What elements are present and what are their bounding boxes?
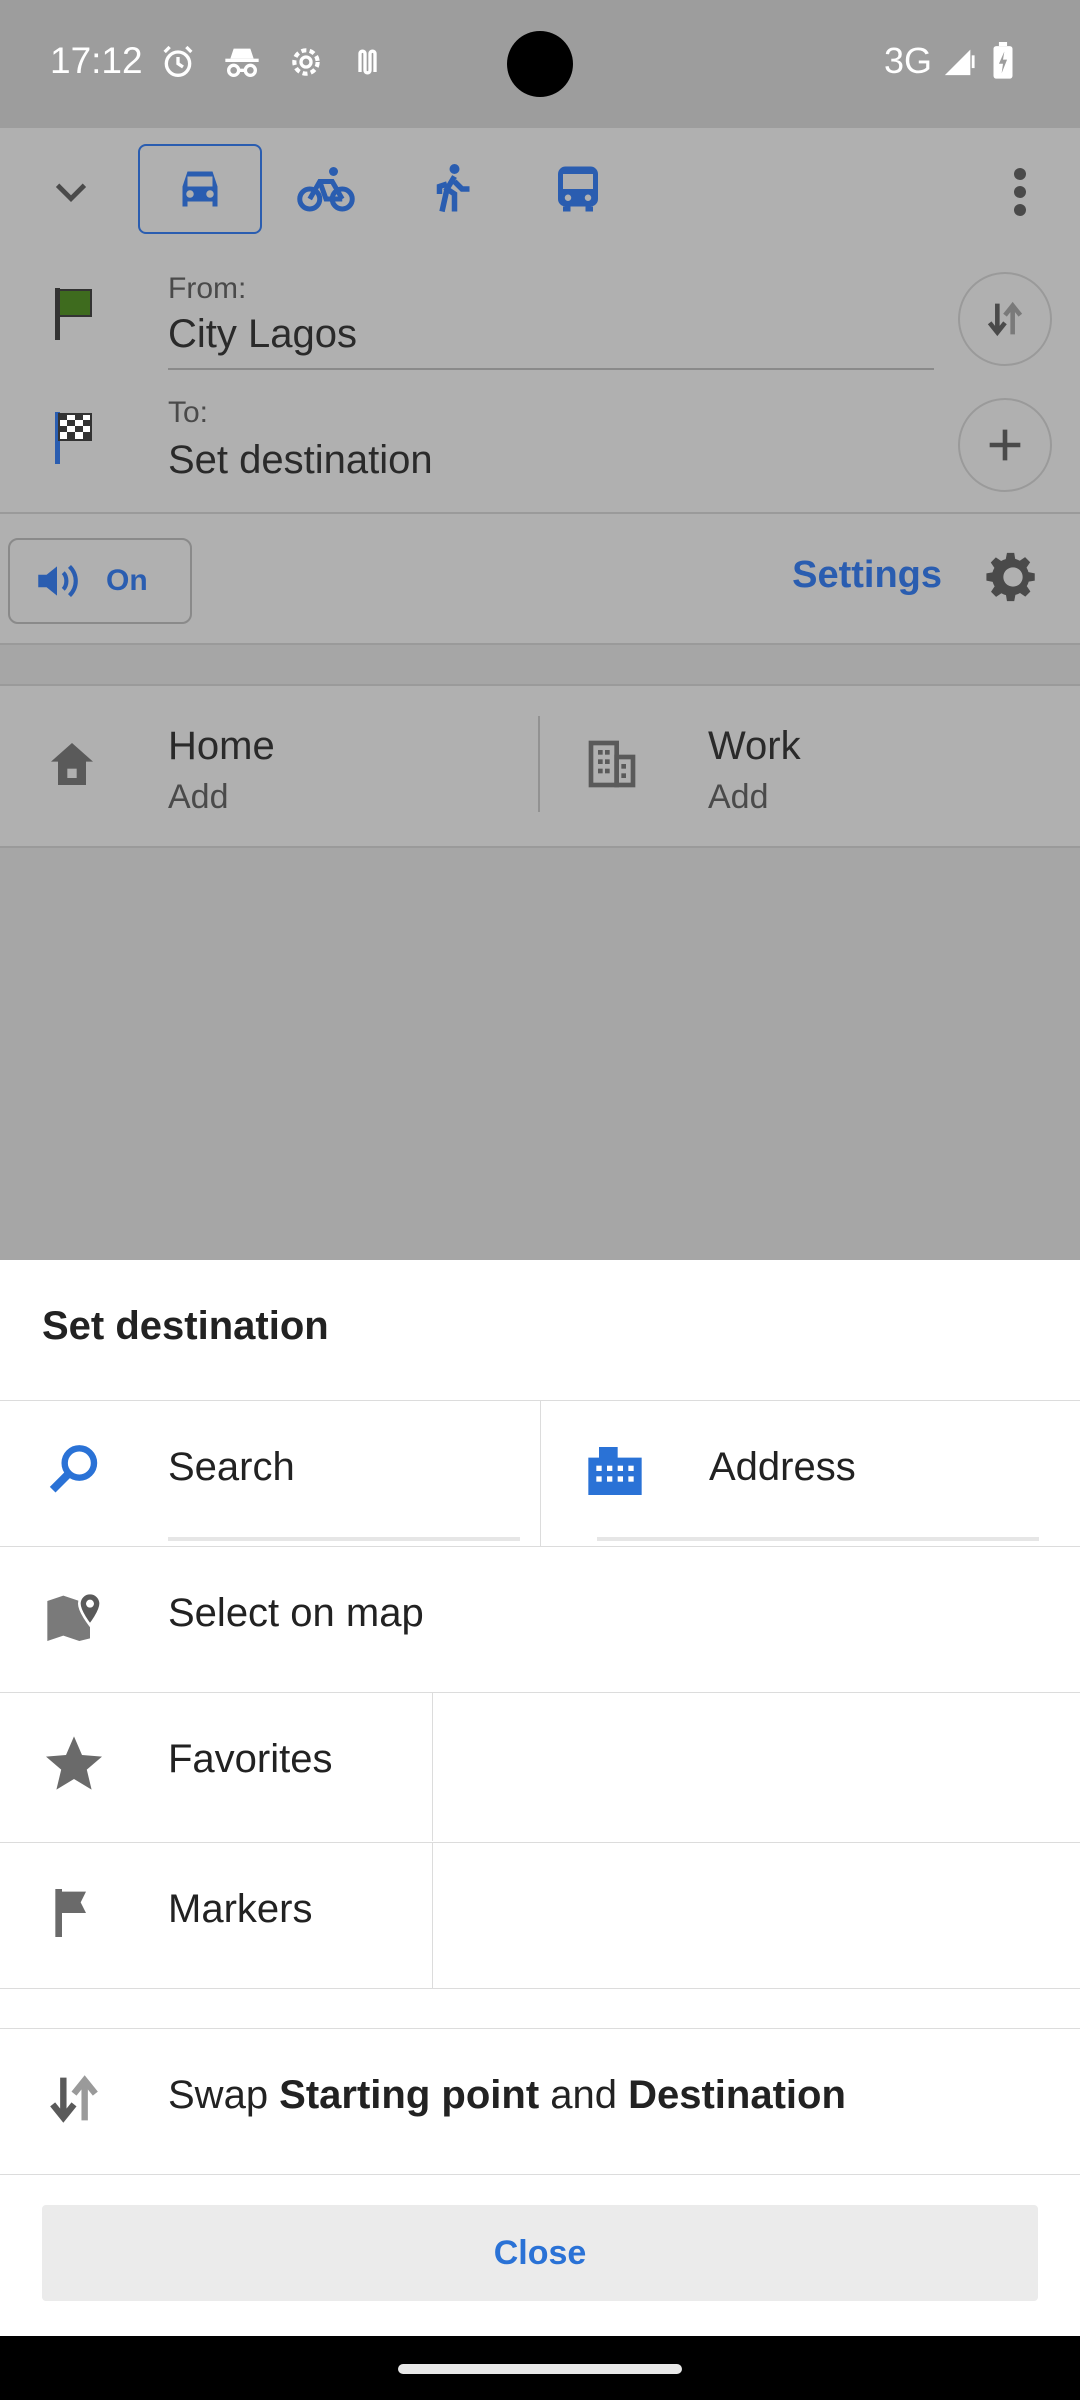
address-building-icon bbox=[588, 1447, 642, 1495]
work-item[interactable]: Work Add bbox=[540, 686, 1080, 846]
navigation-bar bbox=[0, 2336, 1080, 2400]
to-value[interactable]: Set destination bbox=[168, 438, 433, 483]
swap-vert-icon bbox=[987, 301, 1023, 337]
bus-icon bbox=[558, 166, 598, 212]
favorites-empty-cell bbox=[432, 1693, 1080, 1841]
address-underline bbox=[597, 1537, 1039, 1541]
pedestrian-icon bbox=[436, 164, 470, 213]
set-destination-sheet: Set destination Search Address Select on… bbox=[0, 1260, 1080, 2336]
marker-flag-icon bbox=[55, 1889, 86, 1937]
voice-toggle-label: On bbox=[106, 564, 148, 597]
from-label: From: bbox=[168, 272, 247, 305]
home-subtitle: Add bbox=[168, 778, 229, 816]
to-field[interactable]: To: Set destination bbox=[0, 386, 1080, 506]
search-option[interactable]: Search bbox=[0, 1401, 540, 1547]
section-divider bbox=[0, 1988, 1080, 2029]
more-vert-icon[interactable] bbox=[1000, 164, 1040, 220]
incognito-icon bbox=[225, 48, 259, 78]
search-label: Search bbox=[168, 1445, 295, 1489]
swap-vert-icon bbox=[50, 2075, 98, 2123]
address-label: Address bbox=[709, 1445, 856, 1489]
home-gesture-handle[interactable] bbox=[398, 2364, 682, 2374]
from-field[interactable]: From: City Lagos bbox=[0, 258, 1080, 378]
status-icons bbox=[158, 42, 390, 82]
swap-destination: Destination bbox=[628, 2073, 846, 2117]
work-building-icon bbox=[588, 740, 636, 788]
map-pin-icon bbox=[47, 1591, 103, 1641]
swap-start: Starting point bbox=[279, 2073, 540, 2117]
close-button[interactable]: Close bbox=[488, 2233, 593, 2274]
battery-icon bbox=[993, 42, 1013, 79]
work-subtitle: Add bbox=[708, 778, 769, 816]
alarm-icon bbox=[163, 45, 193, 77]
settings-link[interactable]: Settings bbox=[792, 554, 942, 597]
swap-route-button[interactable] bbox=[958, 272, 1052, 366]
select-on-map-option[interactable]: Select on map bbox=[0, 1546, 1080, 1693]
add-waypoint-button[interactable] bbox=[958, 398, 1052, 492]
home-icon bbox=[51, 743, 93, 785]
markers-label: Markers bbox=[168, 1887, 313, 1931]
swap-prefix: Swap bbox=[168, 2073, 280, 2117]
signal-icon bbox=[944, 49, 975, 76]
home-title: Home bbox=[168, 724, 275, 768]
select-on-map-label: Select on map bbox=[168, 1591, 424, 1635]
status-bar: 17:12 3G bbox=[0, 0, 1080, 128]
address-option[interactable]: Address bbox=[540, 1401, 1080, 1547]
sheet-title: Set destination bbox=[42, 1304, 329, 1348]
finish-flag-icon bbox=[55, 412, 92, 464]
car-icon bbox=[182, 171, 218, 207]
search-icon bbox=[49, 1445, 98, 1493]
work-title: Work bbox=[708, 724, 801, 768]
screen: 17:12 3G From: City Lagos To: Set destin… bbox=[0, 0, 1080, 2400]
camera-cutout bbox=[507, 31, 573, 97]
settings-sync-icon bbox=[292, 48, 320, 76]
volume-up-icon bbox=[38, 564, 78, 598]
plus-icon bbox=[989, 429, 1021, 461]
favorites-label: Favorites bbox=[168, 1737, 333, 1781]
route-panel: From: City Lagos To: Set destination On … bbox=[0, 128, 1080, 645]
from-underline bbox=[168, 368, 934, 370]
start-flag-icon bbox=[55, 288, 92, 340]
close-button-container[interactable]: Close bbox=[42, 2205, 1038, 2301]
car-mode-button[interactable] bbox=[138, 144, 262, 234]
nfc-icon bbox=[358, 49, 377, 75]
transit-mode-button[interactable] bbox=[516, 144, 640, 234]
swap-label: Swap Starting point and Destination bbox=[168, 2073, 846, 2118]
search-underline bbox=[168, 1537, 520, 1541]
star-icon bbox=[46, 1736, 102, 1790]
sound-settings-row: On Settings bbox=[0, 512, 1080, 644]
markers-option[interactable]: Markers bbox=[0, 1842, 1080, 1989]
close-row: Close bbox=[0, 2174, 1080, 2337]
home-work-row: Home Add Work Add bbox=[0, 684, 1080, 848]
to-label: To: bbox=[168, 396, 209, 429]
search-address-row: Search Address bbox=[0, 1400, 1080, 1547]
transport-mode-row bbox=[0, 128, 1080, 254]
chevron-down-icon[interactable] bbox=[48, 168, 94, 214]
dimmed-background[interactable]: From: City Lagos To: Set destination On … bbox=[0, 128, 1080, 1260]
from-value[interactable]: City Lagos bbox=[168, 312, 357, 357]
bicycle-icon bbox=[297, 167, 355, 212]
walk-mode-button[interactable] bbox=[390, 144, 514, 234]
markers-empty-cell bbox=[432, 1843, 1080, 1989]
network-type: 3G bbox=[883, 40, 932, 81]
status-right: 3G bbox=[884, 40, 1020, 82]
bicycle-mode-button[interactable] bbox=[264, 144, 388, 234]
gear-icon[interactable] bbox=[984, 548, 1042, 606]
swap-and: and bbox=[539, 2073, 629, 2117]
home-item[interactable]: Home Add bbox=[0, 686, 538, 846]
swap-points-option[interactable]: Swap Starting point and Destination bbox=[0, 2028, 1080, 2175]
status-time: 17:12 bbox=[50, 40, 143, 81]
voice-guidance-toggle[interactable]: On bbox=[8, 538, 192, 624]
favorites-option[interactable]: Favorites bbox=[0, 1692, 1080, 1843]
